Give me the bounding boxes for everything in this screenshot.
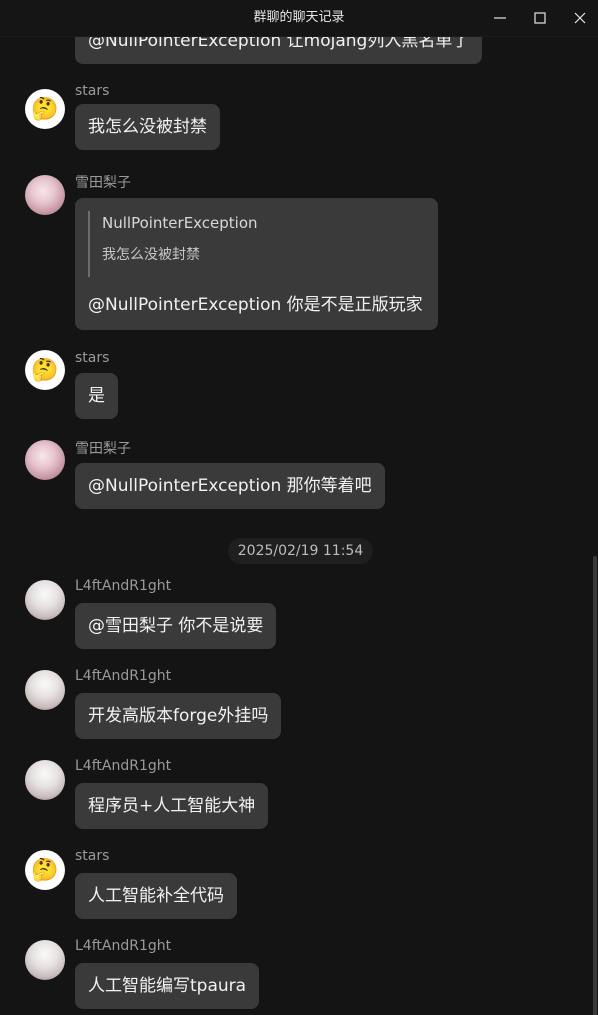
avatar[interactable]	[25, 760, 65, 800]
sender-name: 雪田梨子	[75, 175, 131, 191]
quote-bar	[88, 211, 90, 277]
avatar[interactable]	[25, 175, 65, 215]
avatar[interactable]: 🤔	[25, 850, 65, 890]
sender-name: L4ftAndR1ght	[75, 938, 172, 954]
sender-name: 雪田梨子	[75, 441, 131, 457]
sender-name: stars	[75, 848, 110, 864]
thinking-emoji-icon: 🤔	[31, 357, 59, 383]
thinking-emoji-icon: 🤔	[31, 857, 59, 883]
avatar[interactable]: 🤔	[25, 350, 65, 390]
maximize-button[interactable]	[520, 0, 560, 36]
message-bubble[interactable]: 人工智能补全代码	[75, 873, 237, 919]
quote-author: NullPointerException	[102, 214, 258, 232]
thinking-emoji-icon: 🤔	[31, 96, 59, 122]
message-bubble[interactable]: 程序员+人工智能大神	[75, 783, 269, 829]
message-bubble[interactable]: @NullPointerException 那你等着吧	[75, 463, 385, 509]
avatar[interactable]: 🤔	[25, 89, 65, 129]
avatar[interactable]	[25, 580, 65, 620]
sender-name: L4ftAndR1ght	[75, 578, 172, 594]
message-bubble[interactable]: 是	[75, 373, 118, 419]
sender-name: stars	[75, 350, 110, 366]
scrollbar[interactable]	[592, 36, 598, 1015]
title-bar: 群聊的聊天记录	[0, 0, 598, 37]
message-text: @NullPointerException 你是不是正版玩家	[88, 295, 423, 315]
avatar[interactable]	[25, 940, 65, 980]
sender-name: L4ftAndR1ght	[75, 758, 172, 774]
message-bubble[interactable]: @雪田梨子 你不是说要	[75, 603, 277, 649]
message-bubble[interactable]: 开发高版本forge外挂吗	[75, 693, 282, 739]
close-icon	[574, 12, 586, 24]
timestamp-badge: 2025/02/19 11:54	[228, 538, 373, 564]
quote-text: 我怎么没被封禁	[102, 247, 200, 263]
scrollbar-thumb[interactable]	[593, 556, 597, 1015]
sender-name: stars	[75, 83, 110, 99]
avatar[interactable]	[25, 670, 65, 710]
message-bubble[interactable]: 人工智能编写tpaura	[75, 963, 260, 1009]
message-list[interactable]: @NullPointerException 让mojang列入黑名单了 🤔 st…	[0, 0, 598, 1015]
maximize-icon	[534, 12, 546, 24]
message-bubble[interactable]: NullPointerException 我怎么没被封禁 @NullPointe…	[75, 198, 438, 330]
chat-history-window: @NullPointerException 让mojang列入黑名单了 🤔 st…	[0, 0, 598, 1015]
avatar[interactable]	[25, 440, 65, 480]
sender-name: L4ftAndR1ght	[75, 668, 172, 684]
minimize-button[interactable]	[480, 0, 520, 36]
minimize-icon	[494, 17, 506, 19]
message-bubble[interactable]: 我怎么没被封禁	[75, 104, 220, 150]
close-button[interactable]	[560, 0, 598, 36]
